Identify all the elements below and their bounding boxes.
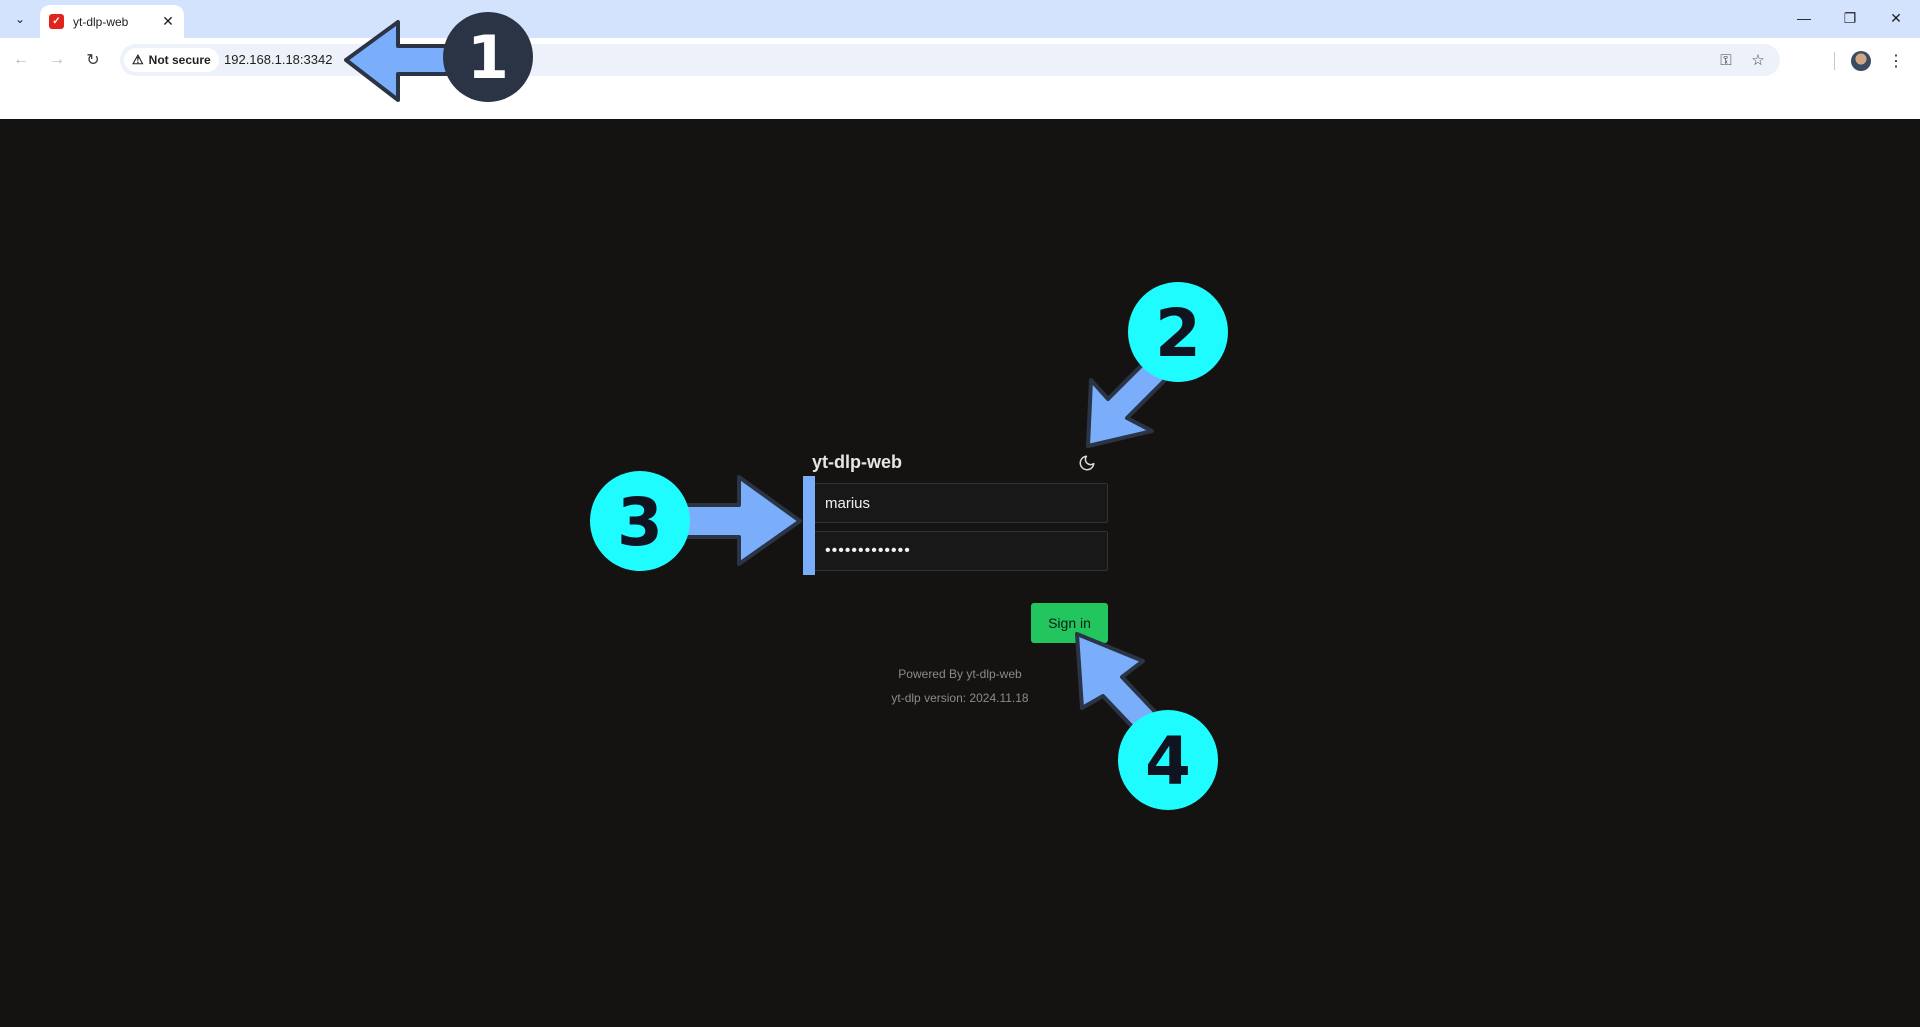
close-window-icon[interactable]: ✕ <box>1881 6 1911 30</box>
username-input[interactable]: marius <box>812 483 1108 523</box>
address-bar[interactable]: ⚠ Not secure 192.168.1.18:3342 ⚿ ☆ <box>120 44 1780 76</box>
toolbar-divider <box>1834 52 1835 70</box>
tab-strip: ⌄ ✓ yt-dlp-web ✕ — ❐ ✕ <box>0 0 1920 38</box>
app-title: yt-dlp-web <box>812 452 902 472</box>
theme-toggle-button[interactable] <box>1076 452 1098 474</box>
password-input[interactable]: ••••••••••••• <box>812 531 1108 571</box>
browser-toolbar: ← → ↻ ⚠ Not secure 192.168.1.18:3342 ⚿ ☆… <box>0 38 1920 82</box>
moon-icon <box>1079 455 1095 471</box>
security-label: Not secure <box>148 53 211 67</box>
bookmark-star-icon[interactable]: ☆ <box>1748 50 1768 70</box>
more-menu-icon[interactable]: ⋮ <box>1886 50 1906 72</box>
tab-search-chevron-icon[interactable]: ⌄ <box>8 7 32 31</box>
tab-title: yt-dlp-web <box>73 14 129 29</box>
url-text[interactable]: 192.168.1.18:3342 <box>224 52 332 67</box>
security-chip[interactable]: ⚠ Not secure <box>124 48 219 72</box>
restore-icon[interactable]: ❐ <box>1835 6 1865 30</box>
page-content <box>0 119 1920 1027</box>
version-text: yt-dlp version: 2024.11.18 <box>891 691 1029 705</box>
back-arrow-icon[interactable]: ← <box>9 48 33 72</box>
powered-by-text: Powered By yt-dlp-web <box>898 667 1022 681</box>
page-top-strip <box>0 82 1920 119</box>
password-key-icon[interactable]: ⚿ <box>1716 50 1736 70</box>
sign-in-button[interactable]: Sign in <box>1031 603 1108 643</box>
profile-avatar[interactable] <box>1851 51 1871 71</box>
warning-triangle-icon: ⚠ <box>132 52 144 67</box>
forward-arrow-icon[interactable]: → <box>45 48 69 72</box>
minimize-icon[interactable]: — <box>1789 6 1819 30</box>
browser-tab[interactable]: ✓ yt-dlp-web ✕ <box>40 5 184 38</box>
close-tab-icon[interactable]: ✕ <box>160 13 176 29</box>
site-favicon-icon: ✓ <box>49 14 64 29</box>
reload-icon[interactable]: ↻ <box>81 48 105 72</box>
